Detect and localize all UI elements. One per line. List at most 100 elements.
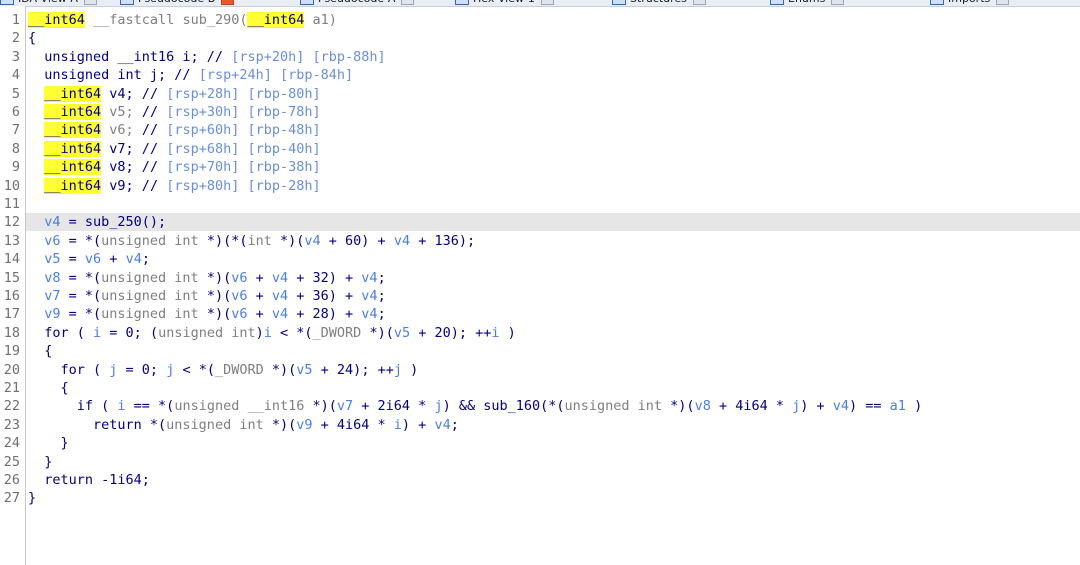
code-line[interactable]: for ( j = 0; j < *(_DWORD *)(v5 + 24); +… [28, 361, 419, 379]
variable-token: a1 [889, 398, 906, 415]
highlighted-type-token: __int64 [44, 140, 102, 157]
code-token: < *( [271, 324, 313, 341]
code-token: ; [377, 269, 386, 286]
variable-token: v4 [361, 269, 378, 286]
code-token: unsigned int j; // [28, 67, 199, 84]
code-line[interactable]: __int64 v5; // [rsp+30h] [rbp-78h] [28, 103, 321, 121]
variable-token: i [93, 324, 102, 341]
code-token: v6; [101, 122, 142, 139]
code-token: __fastcall sub_290( [84, 12, 248, 28]
code-token: } [28, 435, 69, 452]
code-token: *)( [198, 288, 232, 304]
code-line[interactable]: return *(unsigned int *)(v9 + 4i64 * i) … [28, 416, 459, 434]
code-token: = *( [60, 269, 102, 286]
code-token: + 36) + [288, 288, 362, 304]
line-number: 6 [11, 104, 20, 120]
code-line[interactable]: } [28, 489, 36, 507]
code-line[interactable]: __int64 v8; // [rsp+70h] [rbp-38h] [28, 158, 321, 176]
code-line[interactable]: if ( i == *(unsigned __int16 *)(v7 + 2i6… [28, 397, 922, 415]
code-line[interactable]: __int64 v6; // [rsp+60h] [rbp-48h] [28, 121, 321, 139]
highlighted-type-token: __int64 [44, 122, 102, 139]
variable-token: v4 [361, 288, 378, 304]
variable-token: v7 [28, 288, 61, 304]
line-number: 4 [11, 67, 20, 84]
code-token: + 32) + [288, 269, 362, 286]
highlighted-type-token: __int64 [44, 159, 102, 176]
code-line[interactable]: v9 = *(unsigned int *)(v6 + v4 + 28) + v… [28, 305, 385, 323]
line-number: 11 [3, 196, 20, 212]
code-token: v9; // [101, 177, 167, 194]
code-token: { [28, 343, 53, 360]
code-line[interactable]: unsigned __int16 i; // [rsp+20h] [rbp-88… [28, 48, 385, 66]
code-token: + 28) + [288, 306, 362, 323]
code-token: *)( [198, 269, 232, 286]
code-token: unsigned int [101, 269, 199, 286]
code-token: } [28, 453, 53, 470]
stack-offset-comment: [rsp+70h] [rbp-38h] [166, 159, 321, 176]
code-line[interactable]: { [28, 379, 69, 397]
code-line[interactable]: v7 = *(unsigned int *)(v6 + v4 + 36) + v… [28, 287, 385, 305]
code-line[interactable]: unsigned int j; // [rsp+24h] [rbp-84h] [28, 66, 353, 84]
stack-offset-comment: [rsp+24h] [rbp-84h] [198, 67, 354, 84]
code-line[interactable]: v6 = *(unsigned int *)(*(int *)(v4 + 60)… [28, 232, 475, 250]
variable-token: v6 [231, 269, 248, 286]
code-line[interactable]: __int64 v4; // [rsp+28h] [rbp-80h] [28, 85, 321, 103]
variable-token: v4 [393, 232, 411, 249]
code-token: *)( [662, 398, 695, 415]
code-token: // [141, 122, 167, 139]
variable-token: v4 [28, 214, 61, 231]
code-line[interactable]: v8 = *(unsigned int *)(v6 + v4 + 32) + v… [28, 269, 386, 287]
code-line[interactable]: for ( i = 0; (unsigned int)i < *(_DWORD … [28, 324, 516, 342]
code-line[interactable]: { [28, 342, 52, 360]
variable-token: v6 [231, 288, 248, 304]
highlighted-type-token: __int64 [44, 85, 102, 102]
code-line[interactable]: return -1i64; [28, 471, 150, 489]
variable-token: v6 [231, 306, 248, 323]
code-token: ) == [849, 398, 890, 415]
stack-offset-comment: [rsp+30h] [rbp-78h] [166, 104, 321, 120]
code-line[interactable]: } [28, 453, 52, 471]
variable-token: v4 [271, 306, 289, 323]
stack-offset-comment: [rsp+60h] [rbp-48h] [166, 122, 321, 139]
code-token: + [247, 306, 272, 323]
code-token: ) + [401, 416, 435, 433]
code-token: *)( [263, 361, 297, 378]
code-token: ; [141, 251, 150, 268]
pseudocode-editor[interactable]: __int64 __fastcall sub_290(__int64 a1){ … [28, 0, 1080, 565]
code-line[interactable]: __int64 __fastcall sub_290(__int64 a1) [28, 11, 337, 29]
line-number: 22 [3, 398, 20, 415]
code-token: int [247, 232, 272, 249]
line-number: 26 [3, 472, 20, 488]
code-token: { [28, 30, 37, 47]
code-token: < *( [174, 361, 215, 378]
code-token: *)( [263, 416, 297, 433]
code-token: *)( [304, 398, 337, 415]
variable-token: j [434, 398, 443, 415]
code-token: v7; // [101, 140, 167, 157]
variable-token: v4 [832, 398, 850, 415]
variable-token: i [491, 324, 500, 341]
variable-token: v5 [28, 251, 61, 268]
code-line[interactable]: __int64 v9; // [rsp+80h] [rbp-28h] [28, 177, 321, 195]
code-line[interactable]: v5 = v6 + v4; [28, 250, 150, 268]
code-token: for ( [28, 361, 110, 378]
tab-view-icon [0, 0, 14, 5]
line-number: 8 [11, 140, 20, 157]
code-line[interactable]: } [28, 434, 69, 452]
variable-token: v4 [361, 306, 378, 323]
code-token: for ( [28, 324, 94, 341]
code-line[interactable]: { [28, 29, 36, 47]
variable-token: v7 [336, 398, 354, 415]
line-number: 25 [3, 453, 20, 470]
code-line[interactable]: v4 = sub_250(); [28, 213, 166, 231]
code-line[interactable]: __int64 v7; // [rsp+68h] [rbp-40h] [28, 140, 321, 158]
code-token: + 24); ++ [312, 361, 394, 378]
code-token: return *( [28, 416, 167, 433]
line-number: 20 [3, 361, 20, 378]
code-token: ) [255, 324, 264, 341]
code-token: v8; // [101, 159, 167, 176]
line-number: 14 [3, 251, 20, 268]
